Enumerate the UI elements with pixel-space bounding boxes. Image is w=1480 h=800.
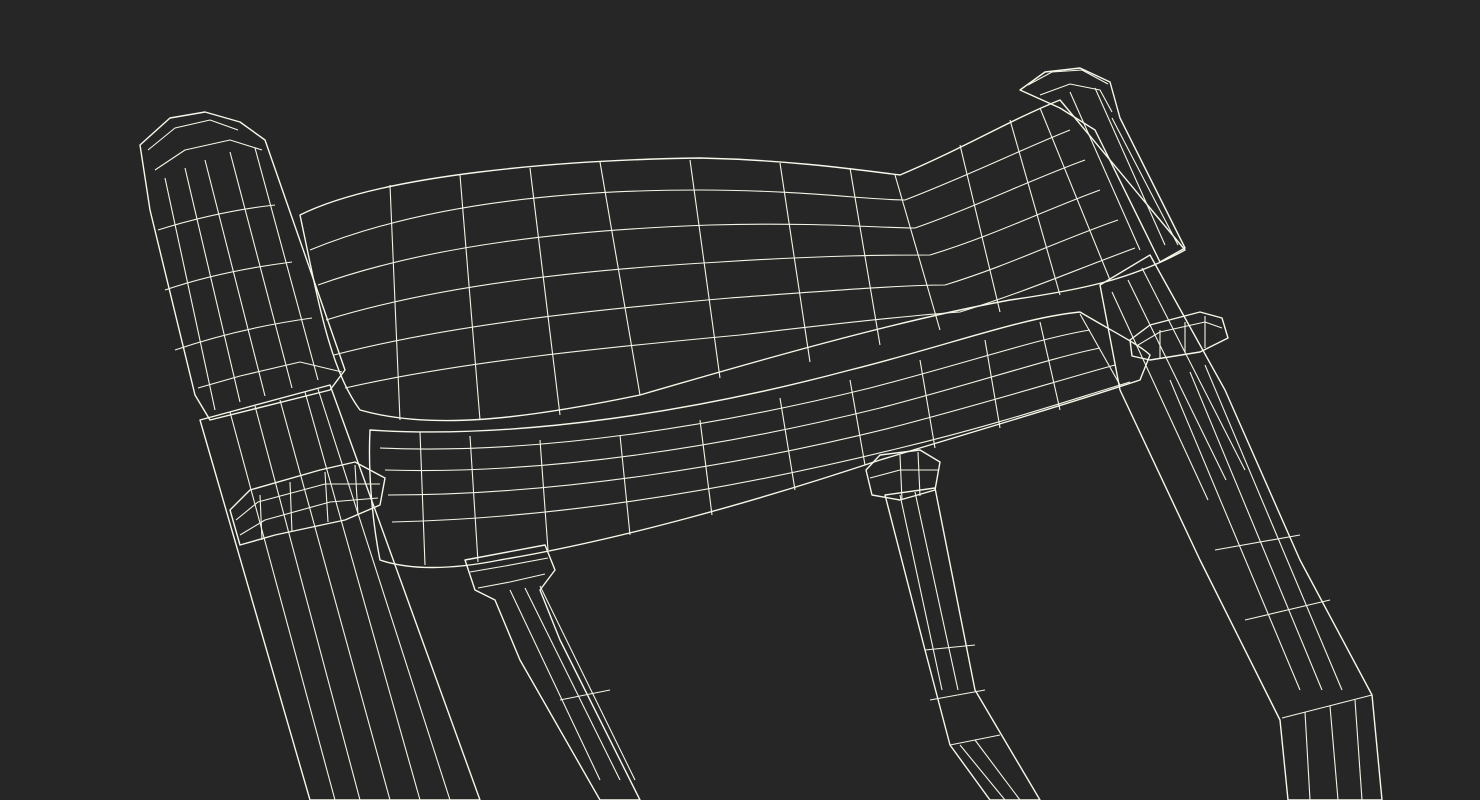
chair-backrest	[299, 99, 1186, 422]
rear-center-leg	[884, 487, 1041, 800]
front-center-leg	[464, 544, 641, 800]
rear-right-leg	[1099, 254, 1383, 800]
right-leg-collar	[1129, 311, 1229, 361]
left-front-post	[199, 384, 481, 800]
left-post-top	[139, 111, 346, 421]
right-post-top	[1019, 67, 1186, 263]
chair-wireframe-render	[139, 67, 1383, 800]
chair-seat-rail	[368, 311, 1151, 569]
render-viewport	[0, 0, 1480, 800]
